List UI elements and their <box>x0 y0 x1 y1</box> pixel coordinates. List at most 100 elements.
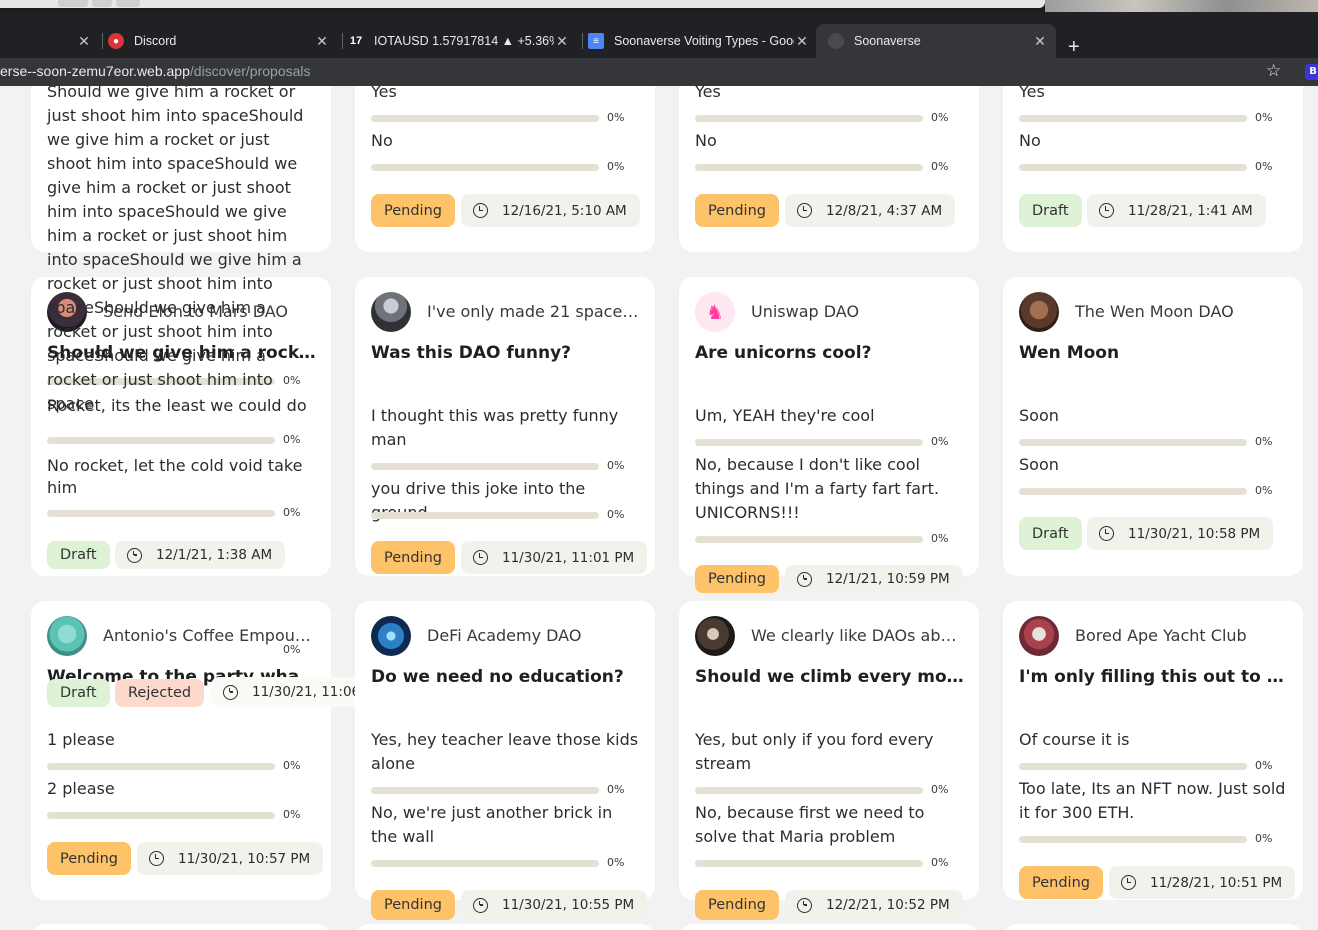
bookmark-button[interactable] <box>116 0 140 7</box>
option-label: Yes <box>371 86 397 101</box>
new-tab-plus-icon[interactable]: + <box>1068 36 1080 59</box>
proposal-title[interactable]: I'm only filling this out to tur... <box>1019 667 1289 687</box>
tab-partial[interactable]: ✕ <box>0 24 92 58</box>
date-text: 12/8/21, 4:37 AM <box>826 202 943 219</box>
date-chip: 11/30/21, 11:01 PM <box>461 541 648 574</box>
clock-icon <box>1121 875 1136 890</box>
tab-google-docs[interactable]: ≡ Soonaverse Voiting Types - Google Docs… <box>582 24 810 58</box>
proposal-card[interactable]: Antonio's Coffee Empouri... Welcome to t… <box>31 601 399 900</box>
clock-icon <box>149 851 164 866</box>
vote-bar <box>1019 439 1247 446</box>
tab-title: Discord <box>134 34 177 48</box>
org-name[interactable]: The Wen Moon DAO <box>1075 302 1287 321</box>
close-icon[interactable]: ✕ <box>76 33 92 50</box>
status-badge: Draft <box>1019 517 1082 550</box>
close-icon[interactable]: ✕ <box>554 33 570 50</box>
status-badge: Pending <box>371 194 455 227</box>
date-chip: 12/16/21, 5:10 AM <box>461 194 640 227</box>
close-icon[interactable]: ✕ <box>314 33 330 50</box>
tab-title: IOTAUSD 1.57917814 ▲ +5.36% <box>374 34 554 48</box>
status-badge: Pending <box>47 842 131 875</box>
vote-bar <box>371 164 599 171</box>
date-chip: 12/1/21, 1:38 AM <box>115 541 286 569</box>
vote-percent: 0% <box>1255 759 1273 772</box>
vote-bar <box>371 860 599 867</box>
proposal-title[interactable]: Are unicorns cool? <box>695 343 965 363</box>
tradingview-icon: 17 <box>349 35 363 47</box>
option-label: No <box>695 131 717 150</box>
proposal-title[interactable]: Was this DAO funny? <box>371 343 641 363</box>
status-badge: Rejected <box>115 679 205 707</box>
proposal-card[interactable]: Yes 0% No 0% Draft 11/28/21, 1:41 AM <box>1003 86 1303 252</box>
proposal-card[interactable] <box>355 924 655 930</box>
org-avatar <box>47 616 87 656</box>
option-label: Yes, but only if you ford every stream <box>695 730 934 773</box>
org-name[interactable]: Bored Ape Yacht Club <box>1075 626 1287 645</box>
status-badge: Pending <box>695 890 779 920</box>
bookmark-button[interactable] <box>58 0 88 7</box>
vote-bar <box>47 812 275 819</box>
url-text[interactable]: erse--soon-zemu7eor.web.app/discover/pro… <box>0 63 311 79</box>
vote-bar <box>695 164 923 171</box>
option-label: Too late, Its an NFT now. Just sold it f… <box>1019 779 1286 822</box>
proposal-card[interactable]: We clearly like DAOs abo... Should we cl… <box>679 601 979 920</box>
proposal-title[interactable]: Wen Moon <box>1019 343 1289 363</box>
unicorn-icon: ♞ <box>695 292 735 332</box>
close-icon[interactable]: ✕ <box>794 33 810 50</box>
proposal-card[interactable]: The Wen Moon DAO Wen Moon Soon 0% Soon 0… <box>1003 277 1303 576</box>
option-label: Soon <box>1019 406 1059 425</box>
proposal-card[interactable] <box>1003 924 1303 930</box>
option-label: Yes <box>695 86 721 101</box>
tab-title: Soonaverse <box>854 34 921 48</box>
org-avatar <box>371 616 411 656</box>
proposal-card[interactable] <box>31 924 331 930</box>
org-name[interactable]: Uniswap DAO <box>751 302 963 321</box>
status-badge: Pending <box>695 565 779 593</box>
vote-bar <box>47 510 275 517</box>
clock-icon <box>797 203 812 218</box>
proposal-card[interactable]: Yes 0% No 0% Pending 12/8/21, 4:37 AM <box>679 86 979 252</box>
vote-bar <box>1019 488 1247 495</box>
proposal-card[interactable] <box>679 924 979 930</box>
bookmark-button[interactable] <box>92 0 112 7</box>
vote-percent: 0% <box>931 783 949 796</box>
date-text: 12/16/21, 5:10 AM <box>502 202 627 219</box>
tab-discord[interactable]: ● Discord ✕ <box>102 24 330 58</box>
proposal-card[interactable]: Bored Ape Yacht Club I'm only filling th… <box>1003 601 1303 900</box>
vote-percent: 0% <box>607 508 625 521</box>
proposal-title[interactable]: Should we climb every mou... <box>695 667 965 687</box>
vote-bar <box>695 439 923 446</box>
vote-percent: 0% <box>283 643 301 656</box>
org-name[interactable]: DeFi Academy DAO <box>427 626 639 645</box>
desktop-wallpaper <box>1045 0 1318 12</box>
vote-percent: 0% <box>1255 160 1273 173</box>
proposal-card[interactable]: DeFi Academy DAO Do we need no education… <box>355 601 655 920</box>
extension-icon[interactable]: B <box>1305 64 1318 80</box>
proposal-card[interactable]: Yes 0% No 0% Pending 12/16/21, 5:10 AM <box>355 86 655 252</box>
option-label: No, because first we need to solve that … <box>695 803 925 846</box>
tab-iotausd[interactable]: 17 IOTAUSD 1.57917814 ▲ +5.36% ✕ <box>342 24 570 58</box>
proposal-card[interactable]: ♞ Uniswap DAO Are unicorns cool? Um, YEA… <box>679 277 979 593</box>
date-chip: 12/8/21, 4:37 AM <box>785 194 956 227</box>
vote-bar <box>371 512 599 519</box>
proposal-title[interactable]: Do we need no education? <box>371 667 641 687</box>
bookmark-star-icon[interactable]: ☆ <box>1266 61 1281 81</box>
proposal-card[interactable]: I've only made 21 spaces ... Was this DA… <box>355 277 655 576</box>
date-chip: 11/28/21, 1:41 AM <box>1087 194 1266 227</box>
tab-bar: ✕ ● Discord ✕ 17 IOTAUSD 1.57917814 ▲ +5… <box>0 12 1318 58</box>
clock-icon <box>473 897 488 913</box>
date-text: 12/1/21, 1:38 AM <box>156 547 273 563</box>
address-bar[interactable]: erse--soon-zemu7eor.web.app/discover/pro… <box>0 58 1318 86</box>
vote-percent: 0% <box>931 532 949 545</box>
tab-soonaverse[interactable]: Soonaverse ✕ <box>816 24 1056 58</box>
vote-percent: 0% <box>1255 484 1273 497</box>
clock-icon <box>1099 203 1114 218</box>
org-name[interactable]: I've only made 21 spaces ... <box>427 302 639 321</box>
vote-percent: 0% <box>1255 435 1273 448</box>
close-icon[interactable]: ✕ <box>1032 33 1048 50</box>
soonaverse-icon <box>828 33 844 49</box>
org-name[interactable]: We clearly like DAOs abo... <box>751 626 963 645</box>
date-text: 11/30/21, 10:55 PM <box>502 897 635 913</box>
option-label: No <box>1019 131 1041 150</box>
url-host: erse--soon-zemu7eor.web.app <box>0 63 190 79</box>
